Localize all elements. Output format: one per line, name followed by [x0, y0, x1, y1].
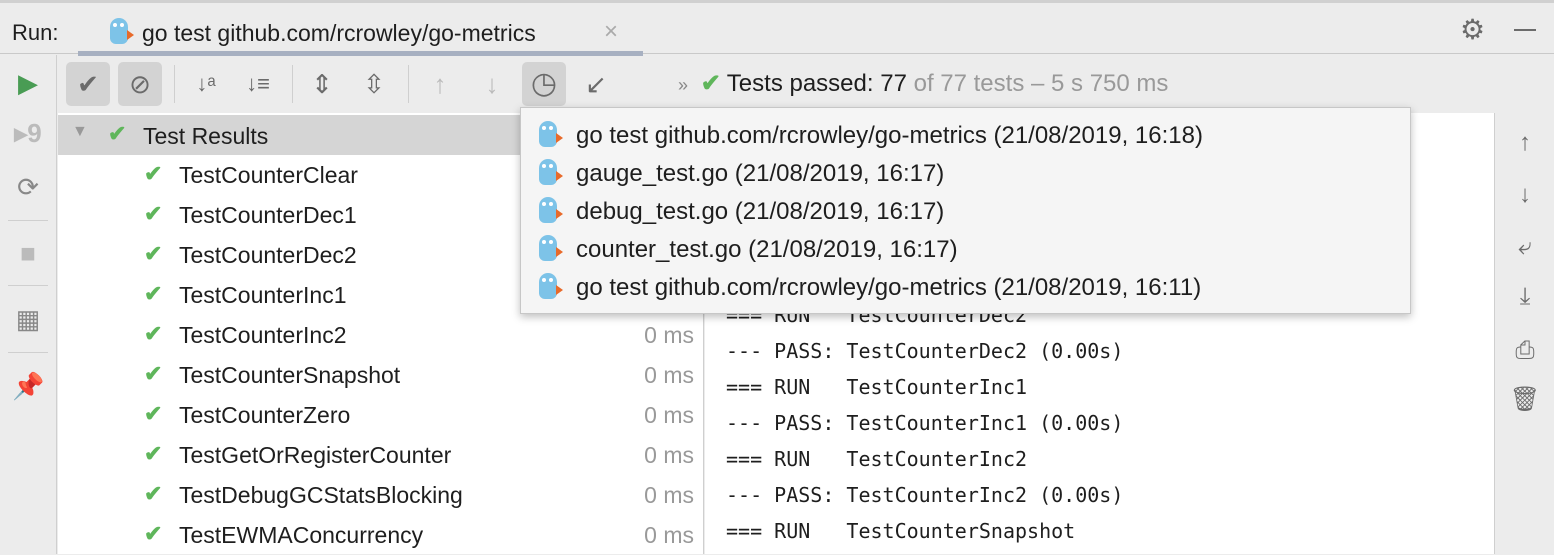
pass-check-icon: ✔ — [144, 321, 163, 346]
console-line: --- PASS: TestCounterInc1 (0.00s) — [726, 411, 1124, 435]
test-duration: 0 ms — [644, 482, 694, 508]
expand-all-icon[interactable]: ⇕ — [300, 62, 344, 106]
pass-check-icon: ✔ — [144, 241, 163, 266]
test-name: TestCounterDec2 — [179, 242, 357, 268]
history-item[interactable]: debug_test.go (21/08/2019, 16:17) — [521, 192, 1410, 230]
right-toolbar: ↑ ↓ ⤶ ⤓ ⎙ 🗑 — [1497, 113, 1554, 554]
close-tab-icon[interactable]: × — [604, 18, 618, 46]
trash-icon[interactable]: 🗑 — [1509, 385, 1541, 414]
minimize-icon[interactable] — [1514, 29, 1536, 31]
passed-count: 77 — [880, 70, 907, 97]
pass-check-icon: ✔ — [144, 201, 163, 226]
run-icon[interactable]: ▶ — [12, 67, 44, 99]
stop-icon[interactable]: ■ — [12, 237, 44, 269]
status-summary: of 77 tests – 5 s 750 ms — [906, 70, 1169, 97]
test-duration: 0 ms — [644, 522, 694, 548]
test-history-icon[interactable]: ◷ — [522, 62, 566, 106]
pass-check-icon: ✔ — [144, 161, 163, 186]
history-item[interactable]: counter_test.go (21/08/2019, 16:17) — [521, 230, 1410, 268]
expand-arrow-icon[interactable]: ▼ — [72, 123, 88, 141]
console-line: --- PASS: TestCounterDec2 (0.00s) — [726, 339, 1124, 363]
rerun-automatically-icon[interactable]: ⟳ — [12, 171, 44, 203]
down-arrow-icon[interactable]: ↓ — [1509, 181, 1541, 209]
left-toolbar: ▶ ▸9 ⟳ ■ ▦ 📌 — [0, 55, 57, 554]
layout-icon[interactable]: ▦ — [12, 303, 44, 335]
gopher-icon — [539, 273, 563, 299]
tab-title: go test github.com/rcrowley/go-metrics — [142, 20, 536, 46]
pass-check-icon: ✔ — [144, 521, 163, 546]
test-name: TestCounterInc2 — [179, 322, 347, 348]
rerun-failed-icon[interactable]: ▸9 — [12, 117, 44, 149]
console-line: === RUN TestCounterSnapshot — [726, 519, 1076, 543]
test-history-popup: go test github.com/rcrowley/go-metrics (… — [520, 107, 1411, 314]
gopher-icon — [110, 18, 134, 44]
previous-failed-icon[interactable]: ↑ — [418, 62, 462, 106]
test-toolbar: ✔ ⊘ ↓ᵃ ↓≡ ⇕ ⇳ ↑ ↓ ◷ ↙ » ✔ Tests passed: 7… — [58, 57, 1498, 111]
history-item[interactable]: go test github.com/rcrowley/go-metrics (… — [521, 116, 1410, 154]
print-icon[interactable]: ⎙ — [1509, 337, 1541, 365]
sort-by-duration-icon[interactable]: ↓≡ — [236, 62, 280, 106]
collapse-all-icon[interactable]: ⇳ — [352, 62, 396, 106]
pass-check-icon: ✔ — [144, 441, 163, 466]
console-line: --- PASS: TestCounterInc2 (0.00s) — [726, 483, 1124, 507]
scroll-to-end-icon[interactable]: ⤓ — [1509, 283, 1541, 311]
show-ignored-icon[interactable]: ⊘ — [118, 62, 162, 106]
status-prefix: Tests passed: — [726, 70, 881, 97]
test-name: TestCounterInc1 — [179, 282, 347, 308]
history-item-label: debug_test.go (21/08/2019, 16:17) — [576, 198, 945, 225]
test-status: » ✔ Tests passed: 77 of 77 tests – 5 s 75… — [678, 69, 1168, 98]
test-duration: 0 ms — [644, 402, 694, 428]
gopher-icon — [539, 235, 563, 261]
console-line: === RUN TestCounterInc2 — [726, 447, 1028, 471]
test-name: TestEWMAConcurrency — [179, 522, 424, 548]
test-name: TestCounterClear — [179, 162, 358, 188]
run-tab[interactable]: go test github.com/rcrowley/go-metrics × — [78, 6, 643, 56]
up-arrow-icon[interactable]: ↑ — [1509, 129, 1541, 157]
test-name: TestDebugGCStatsBlocking — [179, 482, 463, 508]
test-name: TestCounterZero — [179, 402, 351, 428]
more-chevron-icon[interactable]: » — [678, 75, 688, 95]
test-row[interactable]: ✔ TestDebugGCStatsBlocking 0 ms — [58, 475, 704, 515]
test-duration: 0 ms — [644, 322, 694, 348]
gear-icon[interactable]: ⚙ — [1460, 13, 1485, 46]
pass-check-icon: ✔ — [108, 121, 127, 146]
test-row[interactable]: ✔ TestCounterInc2 0 ms — [58, 315, 704, 355]
test-row[interactable]: ✔ TestCounterSnapshot 0 ms — [58, 355, 704, 395]
console-line: === RUN TestCounterInc1 — [726, 375, 1028, 399]
root-label: Test Results — [143, 123, 269, 149]
gopher-icon — [539, 159, 563, 185]
pin-icon[interactable]: 📌 — [12, 370, 44, 402]
next-failed-icon[interactable]: ↓ — [470, 62, 514, 106]
history-item[interactable]: gauge_test.go (21/08/2019, 16:17) — [521, 154, 1410, 192]
test-row[interactable]: ✔ TestEWMAConcurrency 0 ms — [58, 515, 704, 555]
pass-check-icon: ✔ — [144, 401, 163, 426]
show-passed-icon[interactable]: ✔ — [66, 62, 110, 106]
test-row[interactable]: ✔ TestGetOrRegisterCounter 0 ms — [58, 435, 704, 475]
test-name: TestCounterDec1 — [179, 202, 357, 228]
gopher-icon — [539, 197, 563, 223]
sort-alphabetically-icon[interactable]: ↓ᵃ — [184, 62, 228, 106]
history-item-label: gauge_test.go (21/08/2019, 16:17) — [576, 160, 945, 187]
gopher-icon — [539, 121, 563, 147]
run-label: Run: — [12, 20, 59, 45]
test-duration: 0 ms — [644, 442, 694, 468]
pass-check-icon: ✔ — [144, 281, 163, 306]
run-tool-window-header: Run: go test github.com/rcrowley/go-metr… — [0, 0, 1554, 56]
history-item-label: counter_test.go (21/08/2019, 16:17) — [576, 236, 958, 263]
test-name: TestGetOrRegisterCounter — [179, 442, 452, 468]
pass-check-icon: ✔ — [144, 481, 163, 506]
history-item-label: go test github.com/rcrowley/go-metrics (… — [576, 274, 1202, 301]
pass-check-icon: ✔ — [700, 70, 721, 97]
test-row[interactable]: ✔ TestCounterZero 0 ms — [58, 395, 704, 435]
soft-wrap-icon[interactable]: ⤶ — [1509, 233, 1541, 261]
history-item[interactable]: go test github.com/rcrowley/go-metrics (… — [521, 268, 1410, 306]
test-name: TestCounterSnapshot — [179, 362, 401, 388]
history-item-label: go test github.com/rcrowley/go-metrics (… — [576, 122, 1203, 149]
pass-check-icon: ✔ — [144, 361, 163, 386]
import-tests-icon[interactable]: ↙ — [574, 62, 618, 106]
test-duration: 0 ms — [644, 362, 694, 388]
